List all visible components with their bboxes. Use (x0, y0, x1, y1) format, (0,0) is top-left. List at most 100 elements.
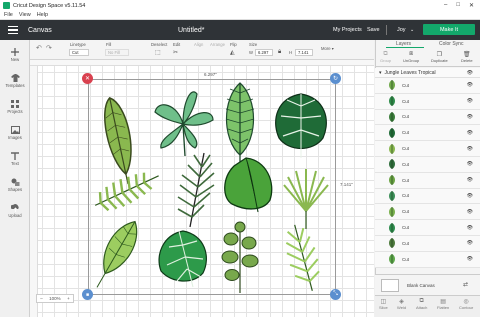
ruler-left (30, 66, 38, 317)
layer-thumbnail-leaf-icon (387, 238, 397, 249)
save-link[interactable]: Save (367, 27, 380, 33)
weld-button[interactable]: ◈ Weld (397, 298, 406, 310)
layer-group-header[interactable]: ▾ Jungle Leaves Tropical 👁︎ (375, 68, 480, 78)
blank-canvas-swatch[interactable] (381, 279, 399, 292)
fill-select[interactable]: No Fill (105, 49, 129, 56)
close-button[interactable]: ✕ (469, 2, 474, 9)
flatten-button[interactable]: ▤ Flatten (437, 298, 449, 310)
attach-button[interactable]: ⧉ Attach (416, 298, 427, 310)
edit-button[interactable]: Edit (173, 42, 180, 47)
arrange-button[interactable]: Arrange (210, 42, 225, 47)
shirt-icon (10, 74, 20, 82)
nav-shapes[interactable]: Shapes (0, 178, 30, 192)
upload-icon (10, 204, 20, 212)
layer-row[interactable]: Cut 👁︎ (375, 251, 480, 268)
eye-icon[interactable]: 👁︎ (467, 177, 473, 183)
swap-icon[interactable]: ⇄ (463, 281, 468, 288)
tab-color-sync[interactable]: Color Sync (439, 41, 463, 47)
leaf-fern-light (225, 82, 255, 163)
hamburger-menu-icon[interactable] (8, 26, 18, 34)
delete-button[interactable]: 🗑︎ Delete (461, 51, 473, 63)
layer-name: Cut (402, 98, 410, 104)
width-dimension: 6.297" (204, 72, 217, 77)
contour-button[interactable]: ◎ Contour (459, 298, 473, 310)
my-projects-link[interactable]: My Projects (333, 27, 362, 33)
menu-file[interactable]: File (4, 12, 13, 18)
layer-row[interactable]: Cut 👁︎ (375, 172, 480, 189)
nav-label: Projects (7, 109, 23, 114)
minimize-button[interactable]: – (444, 2, 447, 9)
flip-icon[interactable]: ◭ (230, 49, 235, 56)
user-menu[interactable]: Joy (397, 27, 406, 33)
layer-row[interactable]: Cut 👁︎ (375, 156, 480, 173)
eye-icon[interactable]: 👁︎ (467, 98, 473, 104)
layer-row[interactable]: Cut 👁︎ (375, 220, 480, 236)
layer-thumbnail-leaf-icon (387, 143, 397, 154)
chevron-down-icon[interactable]: ▾ (379, 70, 382, 76)
nav-templates[interactable]: Templates (0, 74, 30, 88)
slice-button[interactable]: ◫ Slice (379, 298, 388, 310)
width-input[interactable]: 6.297 (255, 49, 273, 56)
lock-icon[interactable]: 🔒︎ (278, 49, 281, 56)
zoom-out-button[interactable]: – (40, 296, 43, 301)
shapes-icon (11, 178, 20, 186)
redo-icon[interactable]: ↷ (46, 44, 52, 52)
eye-icon[interactable]: 👁︎ (467, 130, 473, 136)
eye-icon[interactable]: 👁︎ (467, 209, 473, 215)
layer-row[interactable]: Cut 👁︎ (375, 109, 480, 126)
eye-icon[interactable]: 👁︎ (467, 256, 473, 262)
layer-row[interactable]: Cut 👁︎ (375, 188, 480, 205)
deselect-button[interactable]: Deselect (151, 42, 167, 47)
nav-images[interactable]: Images (0, 126, 30, 140)
eye-icon[interactable]: 👁︎ (467, 70, 473, 76)
eye-icon[interactable]: 👁︎ (467, 114, 473, 120)
layer-row[interactable]: Cut 👁︎ (375, 141, 480, 157)
nav-label: Upload (8, 213, 22, 218)
ungroup-button[interactable]: ⧈ UnGroup (403, 51, 419, 63)
undo-icon[interactable]: ↶ (36, 44, 42, 52)
zoom-in-button[interactable]: + (67, 296, 70, 301)
jungle-leaves-artwork[interactable] (88, 79, 336, 295)
nav-projects[interactable]: Projects (0, 100, 30, 114)
nav-text[interactable]: Text (0, 152, 30, 166)
menu-view[interactable]: View (19, 12, 31, 18)
deselect-icon[interactable]: ⬚ (155, 49, 161, 56)
edit-toolbar: ↶ ↷ Linetype Cut Fill No Fill Deselect ⬚… (30, 40, 374, 60)
menu-help[interactable]: Help (37, 12, 48, 18)
maximize-button[interactable]: □ (456, 2, 460, 9)
eye-icon[interactable]: 👁︎ (467, 240, 473, 246)
more-button[interactable]: More ▾ (321, 46, 334, 51)
align-button[interactable]: Align (194, 42, 203, 47)
trash-icon: 🗑︎ (462, 52, 471, 58)
ungroup-icon: ⧈ (409, 51, 414, 57)
layer-name: Cut (402, 225, 410, 231)
nav-new[interactable]: New (0, 48, 30, 62)
eye-icon[interactable]: 👁︎ (467, 193, 473, 199)
layer-name: Cut (402, 177, 410, 183)
layer-row[interactable]: Cut 👁︎ (375, 78, 480, 94)
layer-row[interactable]: Cut 👁︎ (375, 93, 480, 110)
eye-icon[interactable]: 👁︎ (467, 82, 473, 88)
eye-icon[interactable]: 👁︎ (467, 146, 473, 152)
eye-icon[interactable]: 👁︎ (467, 225, 473, 231)
linetype-label: Linetype (70, 42, 86, 47)
make-it-button[interactable]: Make It (423, 24, 475, 35)
eye-icon[interactable]: 👁︎ (467, 161, 473, 167)
layer-row[interactable]: Cut 👁︎ (375, 235, 480, 252)
layer-row[interactable]: Cut 👁︎ (375, 125, 480, 142)
chevron-down-icon[interactable]: ⌄ (410, 27, 414, 33)
app-icon (3, 2, 10, 9)
nav-upload[interactable]: Upload (0, 204, 30, 218)
linetype-select[interactable]: Cut (69, 49, 89, 56)
left-nav: New Templates Projects Images Text Shape… (0, 40, 30, 317)
scissors-icon[interactable]: ✂ (173, 49, 178, 56)
nav-label: New (10, 57, 20, 62)
duplicate-button[interactable]: ❐ Duplicate (431, 51, 448, 63)
leaf-palm-dark (177, 152, 215, 228)
height-input[interactable]: 7.141 (295, 49, 313, 56)
layer-row[interactable]: Cut 👁︎ (375, 204, 480, 221)
duplicate-icon: ❐ (436, 52, 443, 58)
layer-name: Cut (402, 193, 410, 199)
group-button[interactable]: ⧉ Group (380, 51, 391, 63)
flip-button[interactable]: Flip (230, 42, 237, 47)
